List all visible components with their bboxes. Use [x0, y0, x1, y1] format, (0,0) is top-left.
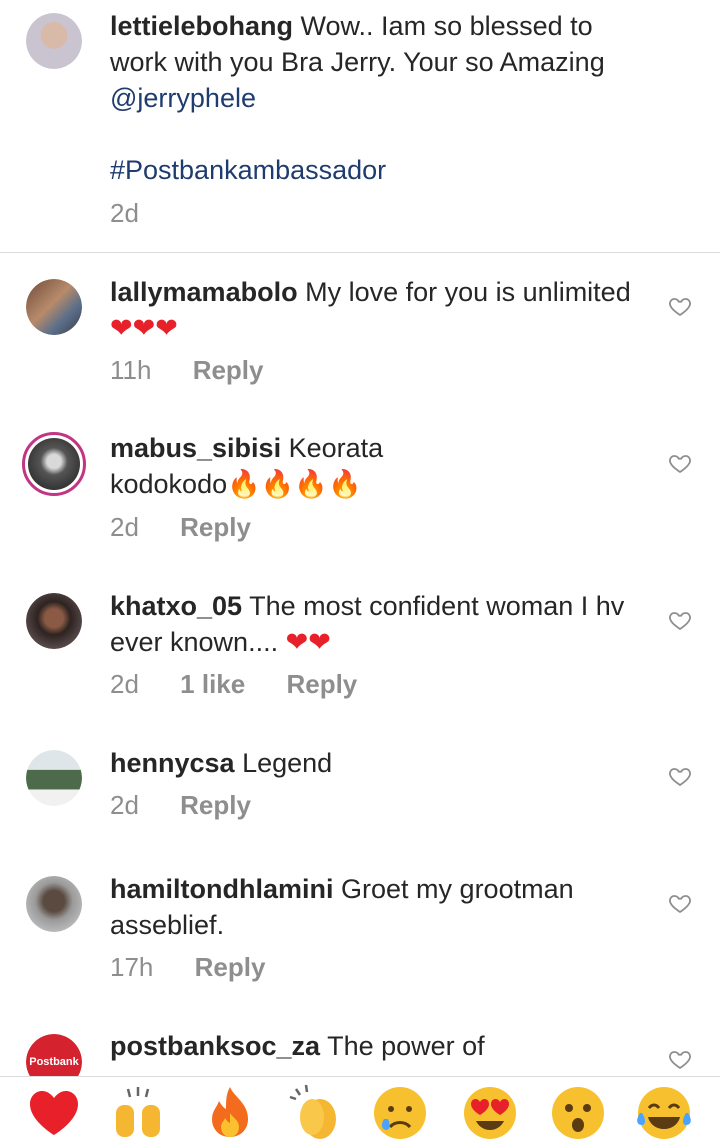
comment-time: 11h — [110, 355, 152, 385]
fire-emoji-row: 🔥🔥🔥🔥 — [227, 469, 362, 500]
comment-body-line2: kodokodo — [110, 469, 228, 499]
caption-line1: Wow.. Iam so blessed to — [300, 11, 593, 41]
fire-icon[interactable] — [200, 1083, 260, 1143]
caption-meta: 2d — [110, 198, 173, 229]
reply-button[interactable]: Reply — [193, 355, 264, 385]
comment-meta: 11h Reply — [110, 355, 298, 386]
heart-emoji-row: ❤❤❤ — [110, 313, 178, 344]
reply-button[interactable]: Reply — [180, 512, 251, 542]
like-heart-icon[interactable] — [668, 451, 692, 475]
comment-username[interactable]: postbanksoc_za — [110, 1031, 320, 1061]
caption-time: 2d — [110, 198, 139, 228]
reply-button[interactable]: Reply — [286, 669, 357, 699]
comment-avatar[interactable] — [26, 750, 82, 806]
comment-time: 2d — [110, 790, 139, 820]
crying-face-icon[interactable] — [370, 1083, 430, 1143]
red-heart-icon[interactable] — [24, 1083, 84, 1143]
comment-text: hennycsa Legend — [110, 745, 650, 781]
reply-button[interactable]: Reply — [180, 790, 251, 820]
comment-body: My love for you is unlimited — [305, 277, 631, 307]
clapping-hands-icon[interactable] — [286, 1083, 346, 1143]
comment-avatar-story-ring[interactable] — [22, 432, 86, 496]
tears-of-joy-face-icon[interactable] — [634, 1083, 694, 1143]
caption-text: lettielebohang Wow.. Iam so blessed to w… — [110, 8, 650, 188]
comment-time: 2d — [110, 669, 139, 699]
comment-time: 17h — [110, 952, 154, 982]
comment-text: khatxo_05 The most confident woman I hv … — [110, 588, 650, 661]
caption-hashtag[interactable]: #Postbankambassador — [110, 155, 386, 185]
comment-meta: 2d Reply — [110, 790, 285, 821]
caption-mention[interactable]: @jerryphele — [110, 83, 256, 113]
comment-body-line2: asseblief. — [110, 910, 225, 940]
likes-count[interactable]: 1 like — [180, 669, 245, 699]
comment-text: postbanksoc_za The power of — [110, 1028, 650, 1064]
comment-text: lallymamabolo My love for you is unlimit… — [110, 274, 650, 347]
astonished-face-icon[interactable] — [548, 1083, 608, 1143]
emoji-reaction-bar — [0, 1076, 720, 1147]
comment-avatar[interactable] — [26, 876, 82, 932]
raising-hands-icon[interactable] — [108, 1083, 168, 1143]
like-heart-icon[interactable] — [668, 608, 692, 632]
comment-meta: 2d 1 like Reply — [110, 669, 391, 700]
comment-text: mabus_sibisi Keorata kodokodo🔥🔥🔥🔥 — [110, 430, 650, 503]
comment-username[interactable]: hamiltondhlamini — [110, 874, 334, 904]
comment-username[interactable]: mabus_sibisi — [110, 433, 281, 463]
comment-username[interactable]: lallymamabolo — [110, 277, 298, 307]
like-heart-icon[interactable] — [668, 764, 692, 788]
reply-button[interactable]: Reply — [195, 952, 266, 982]
caption-avatar[interactable] — [26, 13, 82, 69]
comment-body-line2: ever known.... — [110, 627, 279, 657]
comment-meta: 2d Reply — [110, 512, 285, 543]
like-heart-icon[interactable] — [668, 294, 692, 318]
comment-meta: 17h Reply — [110, 952, 299, 983]
comment-body: The power of — [327, 1031, 485, 1061]
heart-emoji-row: ❤❤ — [285, 627, 331, 658]
post-caption: lettielebohang Wow.. Iam so blessed to w… — [0, 0, 720, 253]
caption-username[interactable]: lettielebohang — [110, 11, 293, 41]
comment-body: The most confident woman I hv — [249, 591, 625, 621]
caption-line2: work with you Bra Jerry. Your so Amazing — [110, 47, 605, 77]
comment-time: 2d — [110, 512, 139, 542]
like-heart-icon[interactable] — [668, 1047, 692, 1071]
comment-username[interactable]: hennycsa — [110, 748, 235, 778]
heart-eyes-face-icon[interactable] — [460, 1083, 520, 1143]
comment-body: Legend — [242, 748, 333, 778]
comment-text: hamiltondhlamini Groet my grootman asseb… — [110, 871, 650, 943]
comment-body: Groet my grootman — [341, 874, 574, 904]
comment-username[interactable]: khatxo_05 — [110, 591, 242, 621]
like-heart-icon[interactable] — [668, 891, 692, 915]
comment-avatar[interactable] — [26, 593, 82, 649]
comment-body: Keorata — [288, 433, 384, 463]
comment-avatar[interactable] — [26, 279, 82, 335]
